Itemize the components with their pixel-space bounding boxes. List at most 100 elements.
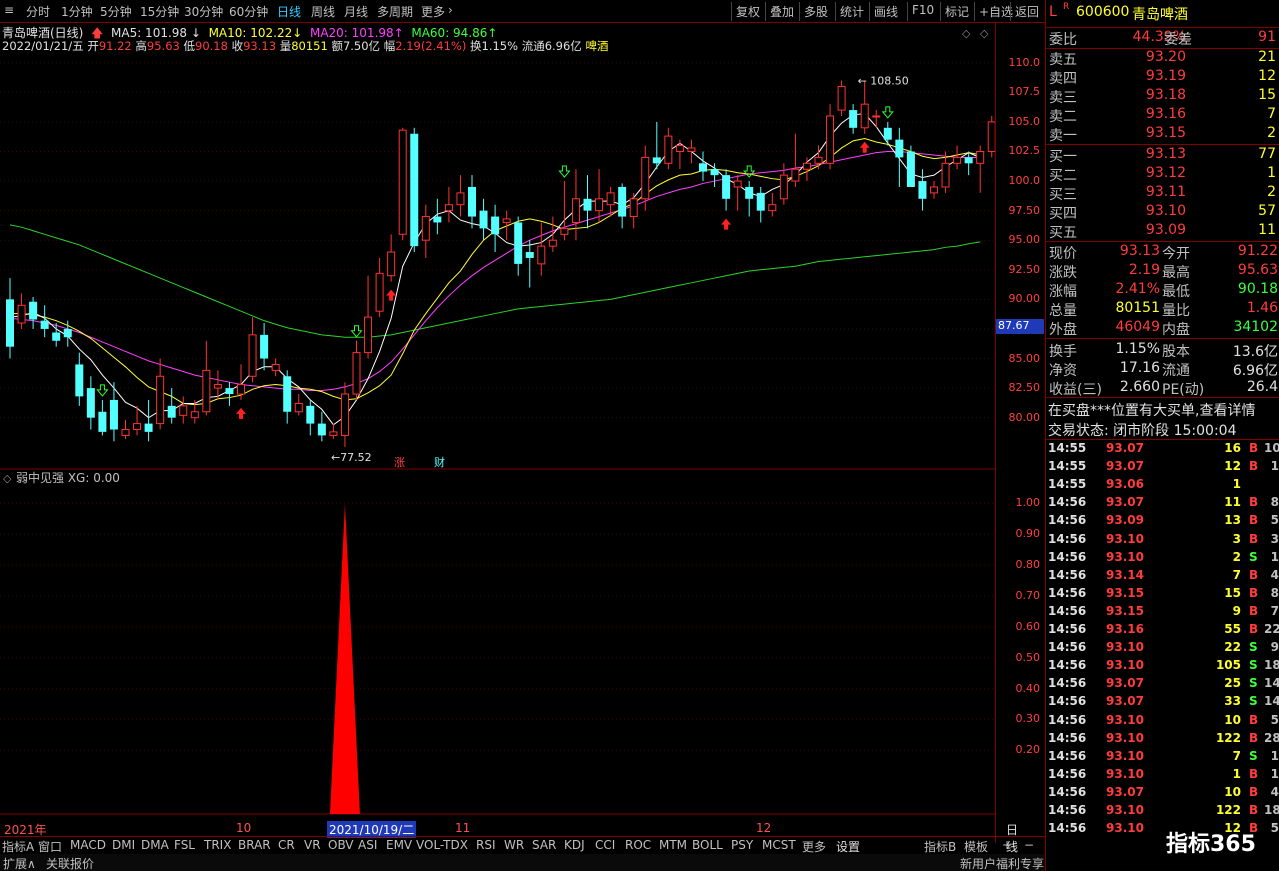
kline-chart[interactable]: ← 108.50 ←77.52 涨 财 ◇ ◇ 弱中见强 XG: 0.00 ◇ [0, 0, 995, 836]
candle[interactable] [156, 358, 165, 430]
candle[interactable] [664, 127, 673, 170]
candle[interactable] [745, 181, 754, 217]
candle[interactable] [352, 340, 361, 400]
candle[interactable] [225, 382, 234, 406]
indicator-tab[interactable]: 指标A [2, 838, 34, 855]
indicator-tab[interactable]: SAR [532, 838, 556, 852]
candle[interactable] [595, 169, 604, 223]
candle[interactable] [953, 145, 962, 170]
candle[interactable] [479, 198, 488, 241]
indicator-tab[interactable]: DMA [141, 838, 169, 852]
right-tab[interactable]: 模板 [964, 838, 988, 855]
indicator-tab[interactable]: KDJ [564, 838, 585, 852]
candle[interactable] [167, 388, 176, 424]
candle[interactable] [387, 234, 396, 282]
candle[interactable] [248, 317, 257, 383]
indicator-tab[interactable]: MCST [762, 838, 796, 852]
indicator-tab[interactable]: ROC [625, 838, 651, 852]
candle[interactable] [144, 399, 153, 442]
event-tag-zhang[interactable]: 涨 [394, 456, 405, 469]
candle[interactable] [17, 293, 26, 329]
candle[interactable] [618, 183, 627, 229]
candle[interactable] [756, 186, 765, 223]
candle[interactable] [976, 145, 985, 193]
candle[interactable] [29, 297, 38, 329]
candle[interactable] [641, 145, 650, 211]
indicator-tab[interactable]: PSY [731, 838, 753, 852]
candle[interactable] [410, 127, 419, 253]
candle[interactable] [260, 323, 269, 371]
indicator-tab[interactable]: 更多 [802, 838, 826, 855]
candle[interactable] [468, 175, 476, 229]
candle[interactable] [906, 145, 915, 187]
candle[interactable] [202, 340, 211, 416]
indicator-tab[interactable]: OBV [328, 838, 354, 852]
candle[interactable] [629, 192, 638, 229]
candle[interactable] [537, 222, 546, 276]
candle[interactable] [583, 175, 592, 229]
indicator-tab[interactable]: MTM [659, 838, 687, 852]
candle[interactable] [883, 121, 892, 146]
candle[interactable] [860, 80, 869, 134]
candle[interactable] [768, 192, 777, 217]
indicator-tab[interactable]: BRAR [238, 838, 271, 852]
indicator-tab[interactable]: VR [304, 838, 321, 852]
indicator-tab[interactable]: CCI [595, 838, 615, 852]
indicator-tab[interactable]: RSI [476, 838, 496, 852]
candle[interactable] [40, 305, 49, 338]
candle[interactable] [514, 216, 523, 276]
candle[interactable] [317, 411, 326, 442]
candle[interactable] [121, 420, 130, 439]
candle[interactable] [456, 175, 465, 217]
candle[interactable] [930, 181, 938, 199]
candle[interactable] [398, 127, 407, 241]
candle[interactable] [179, 396, 188, 424]
candle[interactable] [283, 370, 292, 424]
candle[interactable] [294, 394, 303, 416]
candle[interactable] [548, 216, 557, 253]
candle[interactable] [421, 204, 430, 258]
candle[interactable] [826, 104, 835, 170]
event-tag-cai[interactable]: 财 [434, 455, 445, 469]
right-tab[interactable]: 指标B [924, 838, 956, 855]
indicator-tab[interactable]: VOL-TDX [416, 838, 468, 852]
candle[interactable] [491, 204, 500, 253]
linked-quote-button[interactable]: 关联报价 [46, 855, 94, 871]
right-tab[interactable]: − [1024, 838, 1034, 852]
candle[interactable] [837, 80, 846, 116]
indicator-tab[interactable]: MACD [70, 838, 106, 852]
expand-button[interactable]: 扩展∧ [3, 855, 36, 871]
candle[interactable] [444, 186, 453, 223]
candle[interactable] [340, 382, 349, 448]
candle[interactable] [699, 151, 707, 182]
big-order-notice[interactable]: 在买盘***位置有大买单,查看详情 [1048, 400, 1255, 420]
candle[interactable] [271, 358, 280, 377]
indicator-tab[interactable]: TRIX [204, 838, 231, 852]
indicator-tab[interactable]: CR [278, 838, 295, 852]
indicator-tab[interactable]: DMI [112, 838, 135, 852]
indicator-tab[interactable]: 窗口 [38, 838, 62, 855]
candle[interactable] [86, 376, 95, 430]
candle[interactable] [791, 133, 800, 187]
diamond-icon[interactable]: ◇ [980, 27, 989, 40]
candle[interactable] [849, 104, 858, 134]
candle[interactable] [6, 278, 14, 359]
candle[interactable] [675, 139, 684, 170]
candle[interactable] [872, 110, 881, 128]
diamond-icon[interactable]: ◇ [3, 472, 12, 485]
diamond-icon[interactable]: ◇ [962, 27, 971, 40]
indicator-tab[interactable]: EMV [386, 838, 412, 852]
candle[interactable] [802, 157, 811, 182]
candle[interactable] [987, 115, 995, 158]
candle[interactable] [306, 399, 315, 436]
candle[interactable] [329, 423, 338, 439]
candle[interactable] [687, 139, 696, 164]
candle[interactable] [722, 169, 731, 211]
candle[interactable] [964, 151, 973, 176]
right-tab[interactable]: + [1002, 838, 1012, 852]
candle[interactable] [364, 275, 373, 359]
candle[interactable] [895, 127, 904, 187]
candle[interactable] [375, 257, 384, 318]
indicator-tab[interactable]: WR [504, 838, 524, 852]
candle[interactable] [652, 121, 661, 170]
